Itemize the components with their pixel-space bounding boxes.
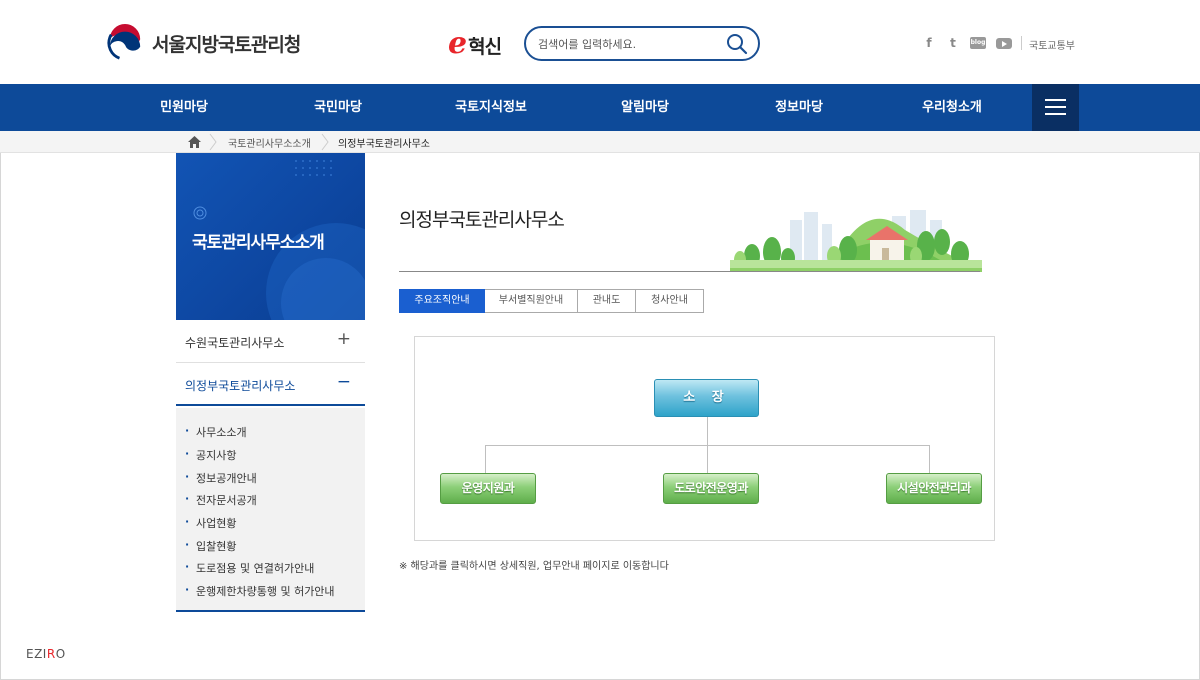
org-connector: [485, 445, 486, 473]
org-connector: [929, 445, 930, 473]
search-icon[interactable]: [726, 33, 748, 55]
watermark-prefix: EZI: [26, 647, 47, 661]
submenu-item[interactable]: 입찰현황: [185, 538, 237, 554]
taegeuk-emblem-icon: [106, 24, 144, 62]
molit-link[interactable]: 국토교통부: [1029, 37, 1075, 52]
sidebar-item-label: 의정부국토관리사무소: [185, 379, 296, 393]
sidebar-banner: 국토관리사무소소개: [176, 153, 365, 320]
sidebar-item-uijeongbu[interactable]: 의정부국토관리사무소 −: [176, 363, 365, 406]
submenu-item[interactable]: 사업현황: [185, 515, 237, 531]
sidebar-item-label: 수원국토관리사무소: [185, 336, 285, 350]
hamburger-line: [1045, 113, 1066, 115]
watermark-accent: R: [46, 647, 56, 661]
gnb-item-knowledge[interactable]: 국토지식정보: [431, 84, 551, 131]
sidebar-item-suwon[interactable]: 수원국토관리사무소 +: [176, 320, 365, 363]
gnb-item-about[interactable]: 우리청소개: [892, 84, 1012, 131]
org-name: 서울지방국토관리청: [152, 33, 301, 56]
einno-text: 혁신: [468, 36, 502, 58]
twitter-icon[interactable]: t: [946, 36, 960, 50]
watermark-suffix: O: [55, 647, 66, 661]
submenu-item[interactable]: 운행제한차량통행 및 허가안내: [185, 583, 335, 599]
plus-icon[interactable]: +: [337, 329, 351, 349]
landscape-illustration: [730, 210, 982, 272]
innovation-logo[interactable]: e 혁신: [448, 25, 502, 61]
tab-organization[interactable]: 주요조직안내: [399, 289, 485, 313]
submenu-item[interactable]: 정보공개안내: [185, 470, 257, 486]
facebook-icon[interactable]: f: [922, 36, 936, 50]
chevron-right-icon: [321, 133, 329, 151]
einno-mark: e: [448, 25, 468, 61]
search-box: [524, 26, 760, 61]
content-tabs: 주요조직안내 부서별직원안내 관내도 청사안내: [399, 289, 704, 313]
org-connector: [707, 417, 708, 445]
header-divider: [1021, 36, 1022, 50]
breadcrumb-current[interactable]: 의정부국토관리사무소: [338, 135, 430, 150]
gnb-item-people[interactable]: 국민마당: [278, 84, 398, 131]
page-title: 의정부국토관리사무소: [399, 209, 565, 231]
submenu-item[interactable]: 사무소소개: [185, 424, 247, 440]
hamburger-menu-button[interactable]: [1032, 84, 1079, 131]
main-navigation: 민원마당 국민마당 국토지식정보 알림마당 정보마당 우리청소개: [0, 84, 1200, 131]
search-input[interactable]: [538, 34, 718, 54]
dept-button-road-safety[interactable]: 도로안전운영과: [663, 473, 759, 504]
tab-staff[interactable]: 부서별직원안내: [485, 289, 578, 313]
org-chart-note: ※ 해당과를 클릭하시면 상세직원, 업무안내 페이지로 이동합니다: [399, 561, 669, 572]
blog-icon[interactable]: blog: [970, 37, 986, 49]
hamburger-line: [1045, 106, 1066, 108]
sidebar-submenu: 사무소소개 공지사항 정보공개안내 전자문서공개 사업현황 입찰현황 도로점용 …: [176, 408, 365, 612]
breadcrumb: 국토관리사무소소개 의정부국토관리사무소: [0, 131, 1200, 153]
home-icon[interactable]: [188, 136, 201, 148]
sns-links: f t blog: [922, 36, 1012, 50]
dept-button-facility-safety[interactable]: 시설안전관리과: [886, 473, 982, 504]
youtube-icon[interactable]: [996, 37, 1012, 49]
gnb-item-notice[interactable]: 알림마당: [585, 84, 705, 131]
submenu-item[interactable]: 공지사항: [185, 447, 237, 463]
hamburger-line: [1045, 99, 1066, 101]
tab-map[interactable]: 관내도: [578, 289, 636, 313]
org-chart: 소 장 운영지원과 도로안전운영과 시설안전관리과: [414, 336, 995, 541]
site-logo[interactable]: 서울지방국토관리청: [106, 24, 301, 62]
minus-icon[interactable]: −: [337, 372, 351, 392]
tab-building[interactable]: 청사안내: [636, 289, 704, 313]
breadcrumb-item[interactable]: 국토관리사무소소개: [228, 135, 311, 150]
watermark-logo: EZIRO: [26, 647, 66, 661]
submenu-item[interactable]: 도로점용 및 연결허가안내: [185, 560, 314, 576]
org-head-box: 소 장: [654, 379, 759, 417]
org-connector: [707, 445, 708, 473]
title-divider: [399, 271, 980, 272]
sidebar-title: 국토관리사무소소개: [192, 233, 325, 253]
site-header: 서울지방국토관리청 e 혁신 f t blog 국토교통부: [0, 0, 1200, 84]
submenu-item[interactable]: 전자문서공개: [185, 492, 257, 508]
gnb-item-civil[interactable]: 민원마당: [124, 84, 244, 131]
gnb-item-info[interactable]: 정보마당: [739, 84, 859, 131]
chevron-right-icon: [209, 133, 217, 151]
dept-button-admin-support[interactable]: 운영지원과: [440, 473, 536, 504]
